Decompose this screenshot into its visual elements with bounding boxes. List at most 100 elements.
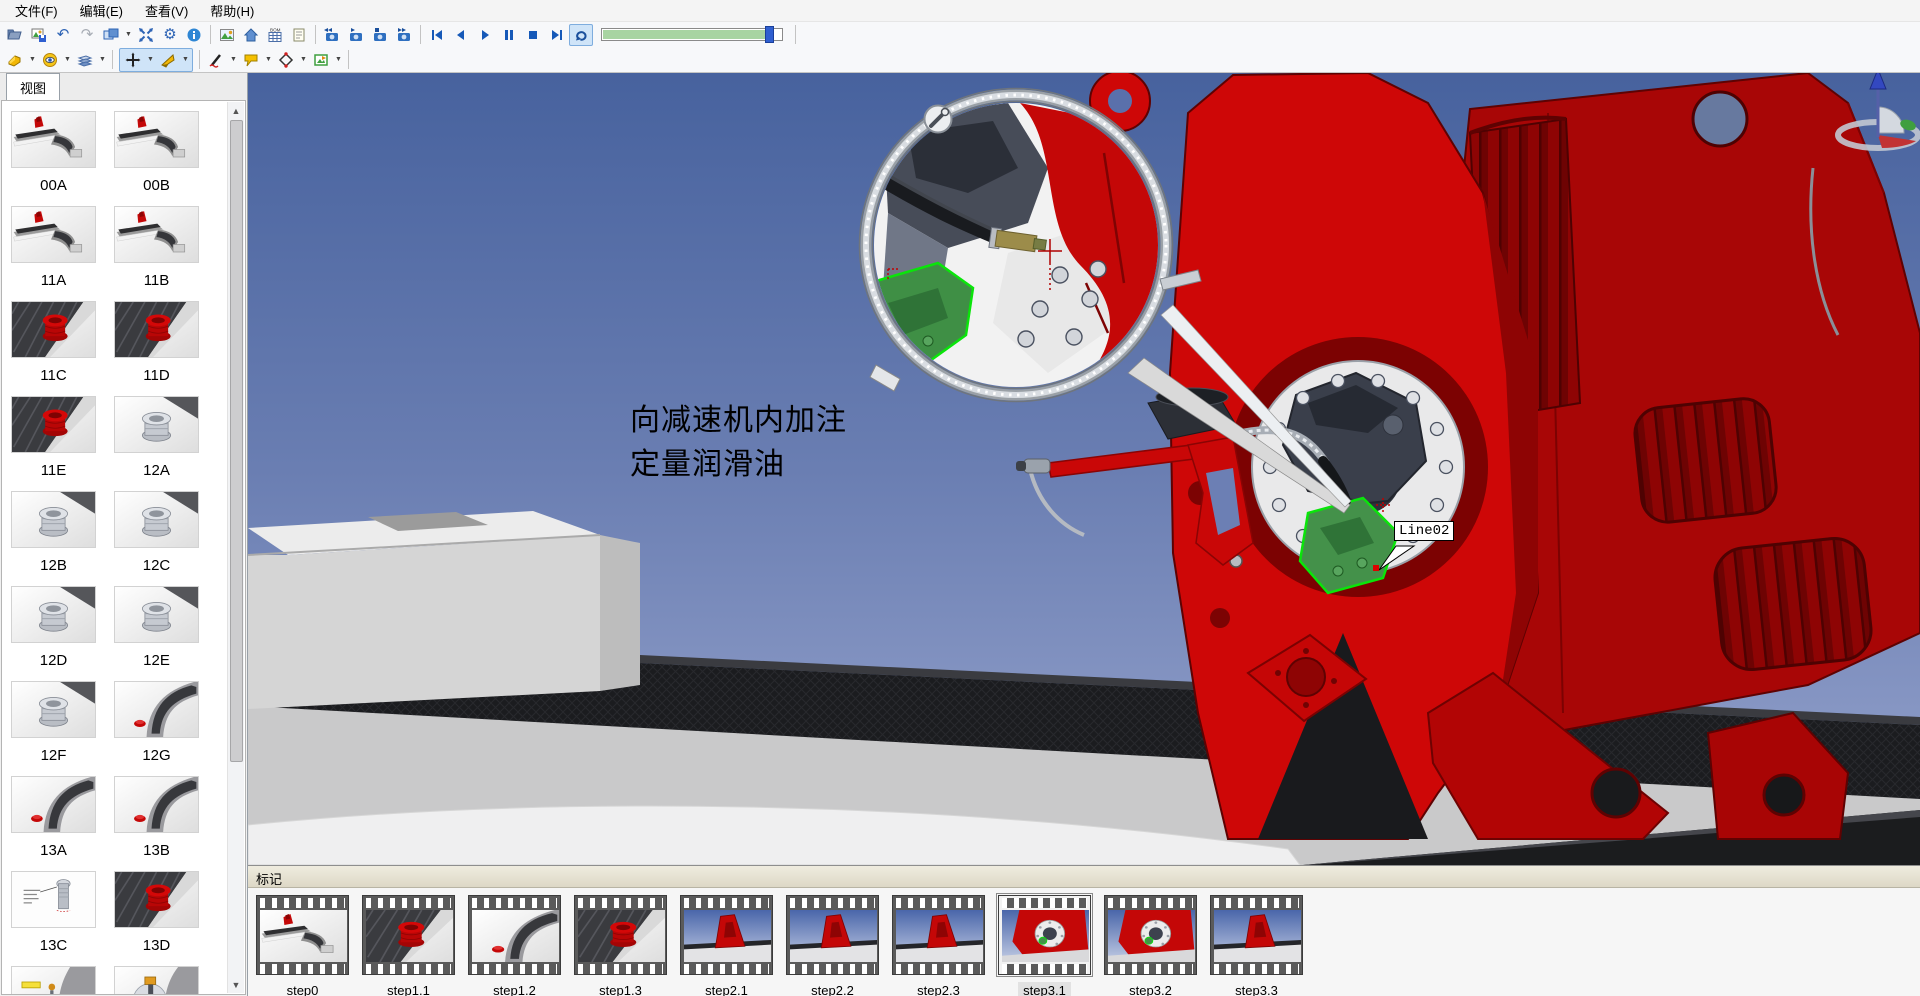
3d-viewport[interactable]: 向减速机内加注 定量润滑油 Line02 xyxy=(248,73,1920,865)
view-thumbnail[interactable]: 12G xyxy=(114,681,199,776)
section-layers-button[interactable] xyxy=(73,49,97,71)
settings-gear-button[interactable]: ⚙ xyxy=(158,24,182,46)
view-thumbnail-label: 13C xyxy=(40,937,68,954)
step-thumbnail[interactable]: step1.3 xyxy=(573,895,668,996)
camera-stop-button[interactable] xyxy=(368,24,392,46)
step-thumbnail[interactable]: step3.2 xyxy=(1103,895,1198,996)
view-thumbnail[interactable]: 12B xyxy=(11,491,96,586)
view-thumbnail-label: 11A xyxy=(41,272,67,289)
navigation-mode-group: ▼ ▼ xyxy=(119,48,193,72)
play-button[interactable] xyxy=(473,24,497,46)
svg-text:BOM: BOM xyxy=(270,27,281,32)
step-thumbnail[interactable]: step3.3 xyxy=(1209,895,1304,996)
view-thumbnail[interactable]: 12F xyxy=(11,681,96,776)
move-part-dropdown[interactable]: ▼ xyxy=(27,56,38,63)
step-label: step1.2 xyxy=(488,982,541,996)
section-layers-dropdown[interactable]: ▼ xyxy=(97,56,108,63)
window-exchange-button[interactable] xyxy=(99,24,123,46)
next-frame-button[interactable] xyxy=(545,24,569,46)
pan-dropdown[interactable]: ▼ xyxy=(145,56,156,63)
animation-progress-bar[interactable] xyxy=(601,28,783,41)
image-annotation-button[interactable] xyxy=(309,49,333,71)
camera-rewind-button[interactable] xyxy=(320,24,344,46)
tab-views[interactable]: 视图 xyxy=(6,73,60,100)
fly-mode-button[interactable] xyxy=(156,49,180,71)
callout-flag-button[interactable] xyxy=(239,49,263,71)
view-thumbnail[interactable] xyxy=(114,966,199,995)
image-annotation-dropdown[interactable]: ▼ xyxy=(333,56,344,63)
home-view-button[interactable] xyxy=(239,24,263,46)
pause-button[interactable] xyxy=(497,24,521,46)
view-thumbnail-label: 12C xyxy=(143,557,171,574)
step-thumbnail[interactable]: step2.2 xyxy=(785,895,880,996)
step-thumbnail[interactable]: step1.2 xyxy=(467,895,562,996)
scrollbar-thumb[interactable] xyxy=(230,120,243,762)
view-thumbnail[interactable] xyxy=(11,966,96,995)
camera-forward-button[interactable] xyxy=(392,24,416,46)
view-thumbnail-label: 12D xyxy=(40,652,68,669)
camera-play-button[interactable] xyxy=(344,24,368,46)
save-image-button[interactable] xyxy=(27,24,51,46)
view-thumbnail[interactable]: 12C xyxy=(114,491,199,586)
step-label: step1.3 xyxy=(594,982,647,996)
stop-button[interactable] xyxy=(521,24,545,46)
undo-button[interactable]: ↶ xyxy=(51,24,75,46)
step-label: step3.2 xyxy=(1124,982,1177,996)
sidebar-scrollbar[interactable]: ▲ ▼ xyxy=(227,102,244,993)
bom-table-button[interactable]: BOM xyxy=(263,24,287,46)
fit-view-button[interactable] xyxy=(134,24,158,46)
callout-flag-dropdown[interactable]: ▼ xyxy=(263,56,274,63)
step-thumbnail[interactable]: step2.3 xyxy=(891,895,986,996)
scroll-down-icon[interactable]: ▼ xyxy=(228,976,244,993)
about-info-button[interactable] xyxy=(182,24,206,46)
view-thumbnail[interactable]: 11E xyxy=(11,396,96,491)
line-annotation-label[interactable]: Line02 xyxy=(1394,521,1454,541)
menu-file[interactable]: 文件(F) xyxy=(4,0,69,22)
previous-frame-button[interactable] xyxy=(449,24,473,46)
loop-playback-button[interactable] xyxy=(569,24,593,46)
menu-view[interactable]: 查看(V) xyxy=(134,0,199,22)
view-thumbnail[interactable]: 11C xyxy=(11,301,96,396)
view-thumbnail[interactable]: 12D xyxy=(11,586,96,681)
move-part-button[interactable] xyxy=(3,49,27,71)
step-label: step3.1 xyxy=(1018,982,1071,996)
view-thumbnail[interactable]: 00B xyxy=(114,111,199,206)
snapshot-button[interactable] xyxy=(215,24,239,46)
redo-button[interactable]: ↷ xyxy=(75,24,99,46)
view-eye-button[interactable] xyxy=(38,49,62,71)
measure-diamond-button[interactable] xyxy=(274,49,298,71)
pen-annotation-button[interactable] xyxy=(204,49,228,71)
menu-help[interactable]: 帮助(H) xyxy=(199,0,265,22)
step-thumbnail[interactable]: step1.1 xyxy=(361,895,456,996)
platform-slab xyxy=(248,511,640,709)
view-thumbnail[interactable]: 12E xyxy=(114,586,199,681)
open-button[interactable] xyxy=(3,24,27,46)
view-thumbnail[interactable]: 11B xyxy=(114,206,199,301)
annotation-text[interactable]: 向减速机内加注 定量润滑油 xyxy=(630,399,847,487)
window-exchange-dropdown[interactable]: ▼ xyxy=(123,31,134,38)
step-thumbnail[interactable]: step0 xyxy=(255,895,350,996)
pan-crosshair-button[interactable] xyxy=(121,49,145,71)
animation-progress-thumb[interactable] xyxy=(765,26,774,43)
view-thumbnail[interactable]: 13A xyxy=(11,776,96,871)
menu-edit[interactable]: 编辑(E) xyxy=(69,0,134,22)
view-thumbnail[interactable]: 00A xyxy=(11,111,96,206)
scroll-up-icon[interactable]: ▲ xyxy=(228,102,244,119)
pen-annotation-dropdown[interactable]: ▼ xyxy=(228,56,239,63)
toolbar-separator xyxy=(199,50,200,69)
step-thumbnail[interactable]: step2.1 xyxy=(679,895,774,996)
first-frame-button[interactable] xyxy=(425,24,449,46)
view-thumbnail[interactable]: 11D xyxy=(114,301,199,396)
step-label: step3.3 xyxy=(1230,982,1283,996)
view-eye-dropdown[interactable]: ▼ xyxy=(62,56,73,63)
notes-button[interactable] xyxy=(287,24,311,46)
view-thumbnail[interactable]: 13B xyxy=(114,776,199,871)
step-thumbnail-selected[interactable]: step3.1 xyxy=(997,895,1092,996)
view-thumbnail[interactable]: 11A xyxy=(11,206,96,301)
view-thumbnail[interactable]: 13D xyxy=(114,871,199,966)
view-thumbnail-label: 11C xyxy=(40,367,66,384)
measure-diamond-dropdown[interactable]: ▼ xyxy=(298,56,309,63)
view-thumbnail[interactable]: 12A xyxy=(114,396,199,491)
fly-mode-dropdown[interactable]: ▼ xyxy=(180,56,191,63)
view-thumbnail[interactable]: 13C xyxy=(11,871,96,966)
